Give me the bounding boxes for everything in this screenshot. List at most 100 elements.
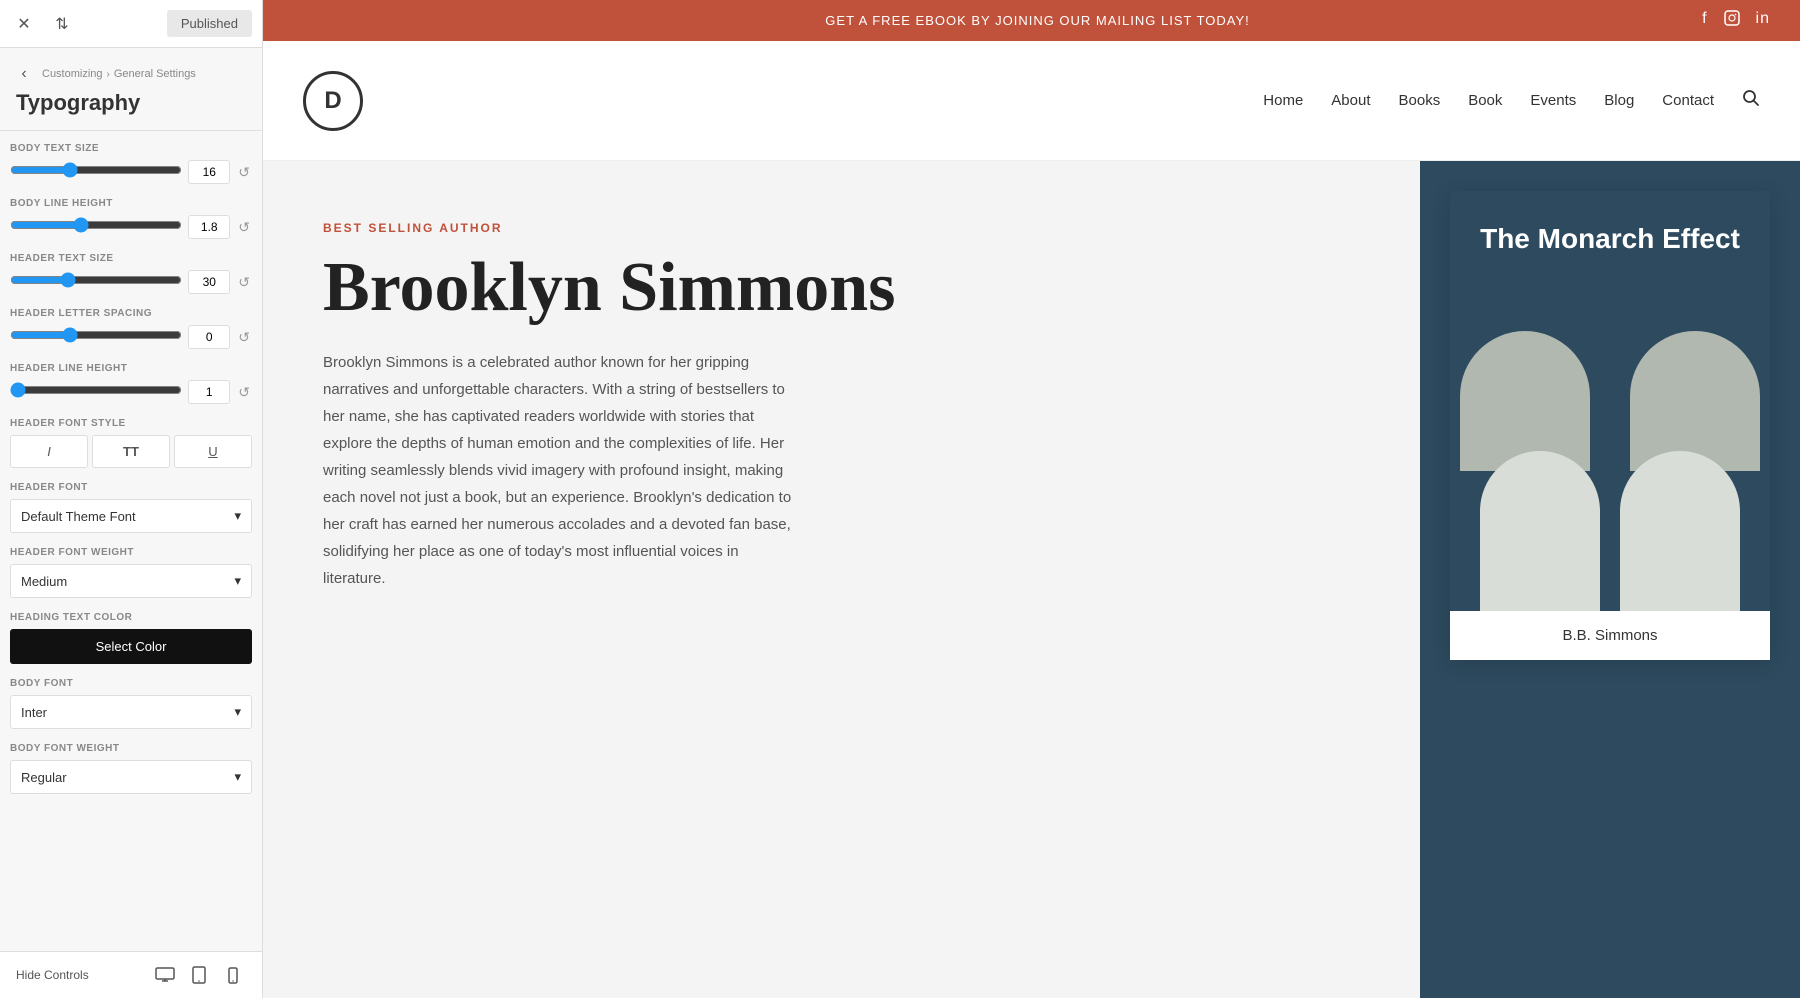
hero-title: Brooklyn Simmons: [323, 251, 1360, 325]
body-text-size-label: BODY TEXT SIZE: [10, 143, 252, 154]
shape-bottom-left: [1480, 451, 1600, 611]
book-cover: The Monarch Effect: [1450, 191, 1770, 611]
book-shapes: [1450, 331, 1770, 611]
header-letter-spacing-label: HEADER LETTER SPACING: [10, 308, 252, 319]
mobile-view-icon[interactable]: [220, 962, 246, 988]
hide-controls-label[interactable]: Hide Controls: [16, 968, 89, 982]
header-font-style-group: HEADER FONT STYLE I TT U: [10, 418, 252, 468]
shape-bottom-right: [1620, 451, 1740, 611]
select-color-button[interactable]: Select Color: [10, 629, 252, 664]
header-line-height-input[interactable]: [188, 380, 230, 404]
header-font-label: HEADER FONT: [10, 482, 252, 493]
body-line-height-slider[interactable]: [10, 217, 182, 233]
nav-book[interactable]: Book: [1468, 92, 1502, 109]
nav-links: Home About Books Book Events Blog Contac…: [1263, 89, 1760, 112]
hero-left: BEST SELLING AUTHOR Brooklyn Simmons Bro…: [263, 161, 1420, 998]
search-icon[interactable]: [1742, 89, 1760, 112]
bold-button[interactable]: TT: [92, 435, 170, 468]
heading-text-color-group: HEADING TEXT COLOR Select Color: [10, 612, 252, 664]
header-line-height-group: HEADER LINE HEIGHT ↺: [10, 363, 252, 404]
body-font-weight-group: BODY FONT WEIGHT Regular ▾: [10, 743, 252, 794]
header-font-weight-value: Medium: [21, 574, 67, 589]
header-text-size-slider[interactable]: [10, 272, 182, 288]
header-letter-spacing-slider[interactable]: [10, 327, 182, 343]
hero-tag: BEST SELLING AUTHOR: [323, 221, 1360, 235]
nav-logo: D: [303, 71, 363, 131]
body-line-height-group: BODY LINE HEIGHT ↺: [10, 198, 252, 239]
social-icons: f in: [1702, 10, 1770, 31]
header-font-weight-arrow: ▾: [234, 573, 241, 589]
header-line-height-slider[interactable]: [10, 382, 182, 398]
header-letter-spacing-row: ↺: [10, 325, 252, 349]
header-font-weight-group: HEADER FONT WEIGHT Medium ▾: [10, 547, 252, 598]
body-font-dropdown[interactable]: Inter ▾: [10, 695, 252, 729]
header-text-size-input[interactable]: [188, 270, 230, 294]
nav-contact[interactable]: Contact: [1662, 92, 1714, 109]
body-font-arrow: ▾: [234, 704, 241, 720]
panel-title: Typography: [0, 88, 262, 131]
body-font-weight-value: Regular: [21, 770, 67, 785]
nav-blog[interactable]: Blog: [1604, 92, 1634, 109]
left-panel: ✕ ⇅ Published ‹ Customizing › General Se…: [0, 0, 263, 998]
facebook-icon[interactable]: f: [1702, 10, 1707, 31]
header-text-size-reset[interactable]: ↺: [236, 272, 252, 293]
close-icon[interactable]: ✕: [10, 10, 38, 38]
heading-text-color-label: HEADING TEXT COLOR: [10, 612, 252, 623]
back-button[interactable]: ‹: [10, 60, 38, 88]
body-text-size-group: BODY TEXT SIZE 16 ↺: [10, 143, 252, 184]
header-text-size-group: HEADER TEXT SIZE ↺: [10, 253, 252, 294]
header-font-style-label: HEADER FONT STYLE: [10, 418, 252, 429]
preview-nav: D Home About Books Book Events Blog Cont…: [263, 41, 1800, 161]
nav-home[interactable]: Home: [1263, 92, 1303, 109]
instagram-icon[interactable]: [1724, 10, 1740, 31]
nav-events[interactable]: Events: [1530, 92, 1576, 109]
header-font-weight-label: HEADER FONT WEIGHT: [10, 547, 252, 558]
view-icons: [152, 962, 246, 988]
swap-icon[interactable]: ⇅: [48, 10, 76, 38]
desktop-view-icon[interactable]: [152, 962, 178, 988]
hero-description: Brooklyn Simmons is a celebrated author …: [323, 349, 803, 592]
body-line-height-reset[interactable]: ↺: [236, 217, 252, 238]
body-text-size-input[interactable]: 16: [188, 160, 230, 184]
header-line-height-reset[interactable]: ↺: [236, 382, 252, 403]
tablet-view-icon[interactable]: [186, 962, 212, 988]
header-letter-spacing-group: HEADER LETTER SPACING ↺: [10, 308, 252, 349]
book-author: B.B. Simmons: [1450, 611, 1770, 660]
body-text-size-row: 16 ↺: [10, 160, 252, 184]
header-font-weight-dropdown[interactable]: Medium ▾: [10, 564, 252, 598]
nav-about[interactable]: About: [1331, 92, 1370, 109]
body-font-group: BODY FONT Inter ▾: [10, 678, 252, 729]
linkedin-icon[interactable]: in: [1756, 10, 1770, 31]
hero-right: The Monarch Effect B.B. Simmons: [1420, 161, 1800, 998]
header-text-size-label: HEADER TEXT SIZE: [10, 253, 252, 264]
preview-topbar: GET A FREE EBOOK BY JOINING OUR MAILING …: [263, 0, 1800, 41]
panel-content: BODY TEXT SIZE 16 ↺ BODY LINE HEIGHT ↺: [0, 131, 262, 951]
italic-button[interactable]: I: [10, 435, 88, 468]
body-font-weight-dropdown[interactable]: Regular ▾: [10, 760, 252, 794]
body-font-weight-arrow: ▾: [234, 769, 241, 785]
body-text-size-slider[interactable]: [10, 162, 182, 178]
preview-hero: BEST SELLING AUTHOR Brooklyn Simmons Bro…: [263, 161, 1800, 998]
body-line-height-row: ↺: [10, 215, 252, 239]
header-line-height-row: ↺: [10, 380, 252, 404]
header-font-value: Default Theme Font: [21, 509, 136, 524]
nav-books[interactable]: Books: [1399, 92, 1441, 109]
body-font-label: BODY FONT: [10, 678, 252, 689]
shape-top-left: [1460, 331, 1590, 471]
breadcrumb-arrow: ›: [107, 69, 110, 80]
underline-button[interactable]: U: [174, 435, 252, 468]
book-card: The Monarch Effect B.B. Simmons: [1450, 191, 1770, 660]
header-letter-spacing-input[interactable]: [188, 325, 230, 349]
topbar-announcement: GET A FREE EBOOK BY JOINING OUR MAILING …: [373, 13, 1702, 28]
breadcrumb-parent: Customizing: [42, 68, 103, 80]
style-buttons: I TT U: [10, 435, 252, 468]
book-title: The Monarch Effect: [1480, 221, 1740, 257]
header-font-dropdown[interactable]: Default Theme Font ▾: [10, 499, 252, 533]
header-letter-spacing-reset[interactable]: ↺: [236, 327, 252, 348]
body-font-value: Inter: [21, 705, 47, 720]
body-line-height-input[interactable]: [188, 215, 230, 239]
body-text-size-reset[interactable]: ↺: [236, 162, 252, 183]
panel-topbar: ✕ ⇅ Published: [0, 0, 262, 48]
published-button[interactable]: Published: [167, 10, 252, 37]
topbar-icons: ✕ ⇅: [10, 10, 76, 38]
